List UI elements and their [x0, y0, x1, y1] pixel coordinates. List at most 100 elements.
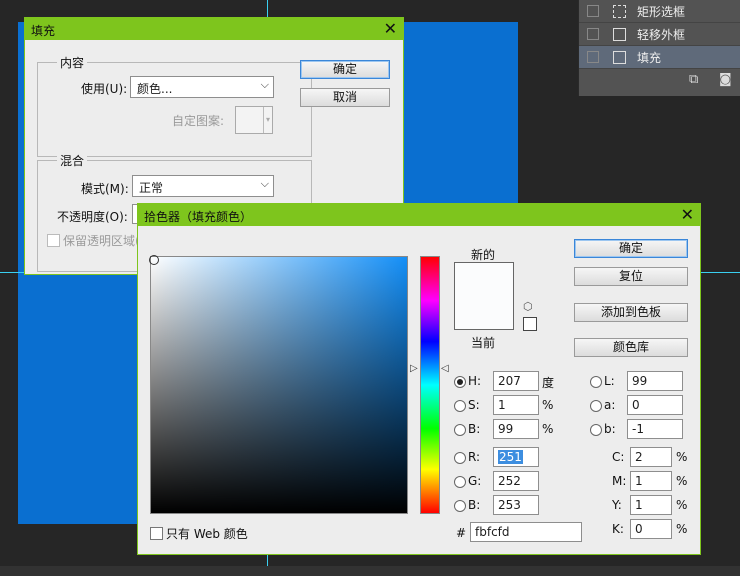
dialog-title: 拾色器（填充颜色） [144, 210, 253, 224]
websafe-swatch-icon[interactable] [523, 317, 537, 331]
layer-name: 矩形选框 [637, 5, 686, 19]
saturation-unit: % [542, 398, 554, 412]
green-radio[interactable] [454, 476, 466, 488]
saturation-value: 1 [498, 398, 506, 412]
b-channel-label: b: [604, 422, 616, 436]
document-icon [613, 28, 626, 41]
blue-label: B: [468, 498, 481, 512]
current-label: 当前 [471, 336, 496, 350]
green-label: G: [468, 474, 482, 488]
content-group-title: 内容 [57, 54, 88, 71]
layer-row-nudge-outline[interactable]: 轻移外框 [579, 23, 740, 46]
red-field[interactable]: 251 [493, 447, 539, 467]
cancel-button[interactable]: 取消 [300, 88, 390, 107]
opacity-label: 不透明度(O): [57, 210, 128, 224]
layer-row-rect-marquee[interactable]: 矩形选框 [579, 0, 740, 23]
visibility-checkbox-icon[interactable] [587, 51, 599, 63]
blue-field[interactable]: 253 [493, 495, 539, 515]
a-channel-label: a: [604, 398, 616, 412]
blue-radio[interactable] [454, 500, 466, 512]
saturation-radio[interactable] [454, 400, 466, 412]
use-select-value: 颜色... [137, 82, 173, 96]
magenta-field[interactable]: 1 [630, 471, 672, 491]
brightness-radio[interactable] [454, 424, 466, 436]
preserve-transparency-label: 保留透明区域( [63, 234, 140, 248]
mode-label: 模式(M): [81, 182, 129, 196]
ok-button[interactable]: 确定 [300, 60, 390, 79]
red-radio[interactable] [454, 452, 466, 464]
black-value: 0 [635, 522, 643, 536]
saturation-label: S: [468, 398, 480, 412]
saturation-brightness-field[interactable] [149, 255, 408, 514]
hue-slider[interactable] [420, 256, 440, 514]
blend-group-title: 混合 [57, 152, 88, 169]
brightness-value: 99 [498, 422, 514, 436]
lightness-field[interactable]: 99 [627, 371, 683, 391]
hue-unit: 度 [542, 376, 555, 390]
color-picker-titlebar[interactable]: 拾色器（填充颜色） ✕ [138, 204, 700, 226]
web-colors-only-checkbox[interactable] [150, 527, 163, 540]
mode-select[interactable]: 正常 ⌵ [132, 175, 274, 197]
camera-icon[interactable]: ◙ [719, 72, 732, 87]
a-channel-value: 0 [632, 398, 640, 412]
saturation-field[interactable]: 1 [493, 395, 539, 415]
magenta-value: 1 [635, 474, 643, 488]
a-channel-radio[interactable] [590, 400, 602, 412]
mode-select-value: 正常 [139, 181, 164, 195]
close-icon[interactable]: ✕ [681, 205, 694, 225]
reset-button[interactable]: 复位 [574, 267, 688, 286]
lightness-radio[interactable] [590, 376, 602, 388]
hue-slider-right-arrow-icon[interactable]: ◁ [441, 363, 449, 374]
current-color-swatch[interactable] [455, 296, 513, 329]
cube-icon[interactable]: ⬡ [523, 300, 533, 313]
color-picker-dialog: 拾色器（填充颜色） ✕ ▷ ◁ 新的 当前 ⬡ 确定 复位 添加到色板 颜色库 … [137, 203, 701, 555]
visibility-checkbox-icon[interactable] [587, 5, 599, 17]
layers-toolbar: ⧉ ◙ [579, 70, 740, 92]
green-field[interactable]: 252 [493, 471, 539, 491]
brightness-field[interactable]: 99 [493, 419, 539, 439]
lightness-label: L: [604, 374, 615, 388]
chevron-down-icon: ▾ [263, 107, 272, 133]
b-channel-field[interactable]: -1 [627, 419, 683, 439]
layer-name: 轻移外框 [637, 28, 686, 42]
fill-layer-icon [613, 51, 626, 64]
custom-pattern-label: 自定图案: [172, 114, 225, 128]
brightness-label: B: [468, 422, 481, 436]
visibility-checkbox-icon[interactable] [587, 28, 599, 40]
use-select[interactable]: 颜色... ⌵ [130, 76, 274, 98]
color-libraries-button[interactable]: 颜色库 [574, 338, 688, 357]
dialog-title: 填充 [31, 24, 56, 38]
preserve-transparency-checkbox[interactable] [47, 234, 60, 247]
magenta-label: M: [612, 474, 627, 488]
a-channel-field[interactable]: 0 [627, 395, 683, 415]
layers-panel: 矩形选框 轻移外框 填充 ⧉ ◙ [578, 0, 740, 96]
brightness-unit: % [542, 422, 554, 436]
ok-button[interactable]: 确定 [574, 239, 688, 258]
magenta-unit: % [676, 474, 688, 488]
hue-slider-left-arrow-icon[interactable]: ▷ [410, 363, 418, 374]
yellow-label: Y: [612, 498, 622, 512]
lightness-value: 99 [632, 374, 648, 388]
hex-field[interactable]: fbfcfd [470, 522, 582, 542]
layer-row-fill[interactable]: 填充 [579, 46, 740, 69]
close-icon[interactable]: ✕ [384, 19, 397, 39]
hue-radio[interactable] [454, 376, 466, 388]
hue-label: H: [468, 374, 482, 388]
hex-label: # [456, 526, 467, 540]
fill-dialog-titlebar[interactable]: 填充 ✕ [25, 18, 403, 40]
red-label: R: [468, 450, 481, 464]
hue-field[interactable]: 207 [493, 371, 539, 391]
add-to-swatches-button[interactable]: 添加到色板 [574, 303, 688, 322]
black-unit: % [676, 522, 688, 536]
yellow-field[interactable]: 1 [630, 495, 672, 515]
b-channel-value: -1 [632, 422, 644, 436]
new-color-swatch [455, 263, 513, 296]
b-channel-radio[interactable] [590, 424, 602, 436]
black-label: K: [612, 522, 624, 536]
color-cursor-icon[interactable] [149, 255, 159, 265]
new-layer-icon[interactable]: ⧉ [689, 72, 698, 87]
black-field[interactable]: 0 [630, 519, 672, 539]
cyan-field[interactable]: 2 [630, 447, 672, 467]
use-label: 使用(U): [81, 82, 128, 96]
hue-value: 207 [498, 374, 521, 388]
